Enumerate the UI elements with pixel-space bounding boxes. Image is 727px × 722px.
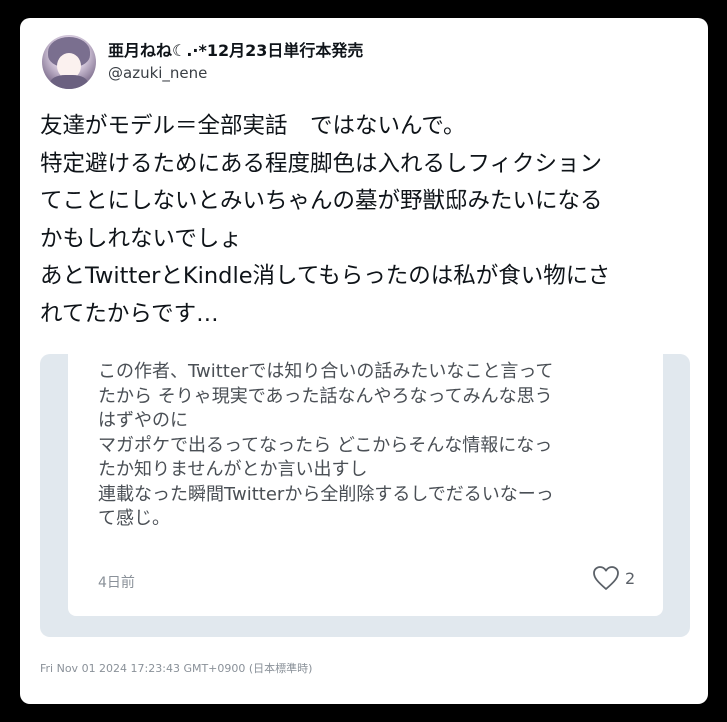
tweet-card: 亜月ねね☾.·*12月23日単行本発売 @azuki_nene 友達がモデル＝全… — [20, 18, 708, 704]
author-names: 亜月ねね☾.·*12月23日単行本発売 @azuki_nene — [108, 40, 363, 84]
post-timestamp: Fri Nov 01 2024 17:23:43 GMT+0900 (日本標準時… — [40, 662, 313, 675]
quoted-reply-time: 4日前 — [98, 575, 135, 591]
tweet-header: 亜月ねね☾.·*12月23日単行本発売 @azuki_nene — [42, 34, 363, 90]
quoted-reply-frame: この作者、Twitterでは知り合いの話みたいなこと言って たから そりゃ現実で… — [40, 354, 690, 637]
quoted-reply-text: この作者、Twitterでは知り合いの話みたいなこと言って たから そりゃ現実で… — [98, 361, 554, 529]
heart-outline-icon — [593, 566, 619, 590]
like-count: 2 — [625, 568, 636, 588]
tweet-text: 友達がモデル＝全部実話 ではないんで。 特定避けるためにある程度脚色は入れるしフ… — [40, 113, 611, 327]
author-display-name[interactable]: 亜月ねね☾.·*12月23日単行本発売 — [108, 40, 363, 62]
author-handle[interactable]: @azuki_nene — [108, 62, 363, 84]
avatar[interactable] — [42, 35, 96, 89]
quoted-reply-card[interactable]: この作者、Twitterでは知り合いの話みたいなこと言って たから そりゃ現実で… — [68, 354, 663, 616]
like-button[interactable]: 2 — [592, 565, 635, 591]
